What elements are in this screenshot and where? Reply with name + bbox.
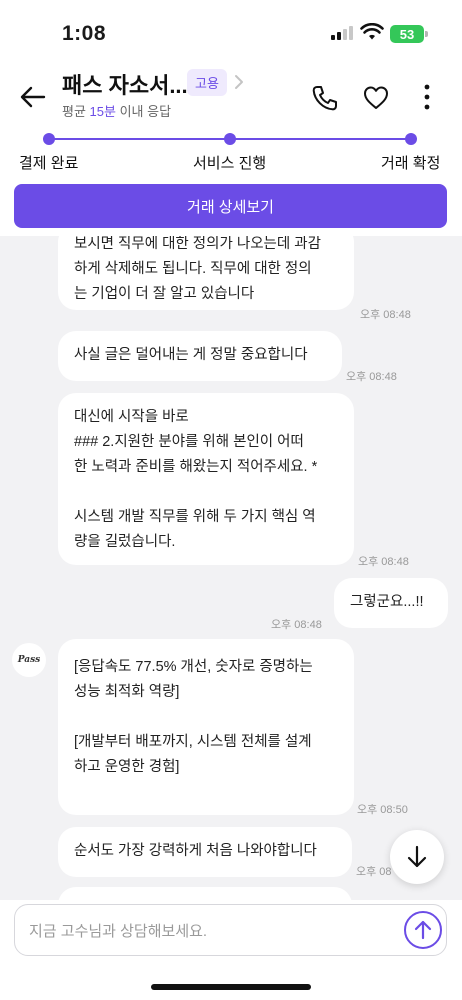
response-time: 평균 15분 이내 응답 bbox=[62, 101, 171, 120]
message-bubble-partial[interactable] bbox=[58, 887, 352, 900]
arrow-up-icon bbox=[414, 920, 432, 940]
battery-level: 53 bbox=[399, 26, 415, 42]
message-time: 오후 08:50 bbox=[357, 804, 408, 816]
home-indicator bbox=[151, 984, 311, 990]
more-vertical-icon[interactable] bbox=[416, 82, 438, 112]
chat-header: 패스 자소서... 고용 평균 15분 이내 응답 bbox=[0, 60, 462, 130]
arrow-down-icon bbox=[407, 845, 427, 868]
battery-icon: 53 bbox=[390, 25, 424, 43]
send-button[interactable] bbox=[404, 911, 442, 949]
step-payment-complete: 결제 완료 bbox=[19, 155, 79, 172]
message-bubble[interactable]: 사실 글은 덜어내는 게 정말 중요합니다 bbox=[58, 331, 342, 381]
message-bubble[interactable]: 보시면 직무에 대한 정의가 나오는데 과감 하게 삭제해도 됩니다. 직무에 … bbox=[58, 236, 354, 310]
step-deal-confirmed: 거래 확정 bbox=[381, 155, 441, 172]
back-arrow-icon[interactable] bbox=[18, 82, 48, 112]
hire-badge: 고용 bbox=[187, 69, 227, 96]
expert-avatar[interactable]: Pass bbox=[12, 643, 46, 677]
status-time: 1:08 bbox=[62, 22, 107, 45]
chat-messages[interactable]: 보시면 직무에 대한 정의가 나오는데 과감 하게 삭제해도 됩니다. 직무에 … bbox=[0, 236, 462, 900]
progress-dot-service bbox=[224, 133, 236, 145]
cellular-signal-icon bbox=[331, 26, 353, 40]
response-time-suffix: 이내 응답 bbox=[115, 104, 172, 119]
chevron-right-icon[interactable] bbox=[232, 72, 246, 92]
message-time: 오후 08:48 bbox=[271, 619, 322, 631]
my-message-bubble[interactable]: 그렇군요...!! bbox=[334, 578, 448, 628]
heart-icon[interactable] bbox=[362, 84, 390, 112]
battery-tip bbox=[425, 31, 428, 37]
transaction-progress: 결제 완료 서비스 진행 거래 확정 bbox=[0, 130, 462, 180]
response-time-value: 15분 bbox=[89, 104, 116, 119]
message-bubble[interactable]: [응답속도 77.5% 개선, 숫자로 증명하는 성능 최적화 역량] [개발부… bbox=[58, 639, 354, 815]
progress-dot-payment bbox=[43, 133, 55, 145]
message-input-bar bbox=[0, 900, 462, 1000]
message-time: 오후 08:48 bbox=[358, 556, 409, 568]
phone-icon[interactable] bbox=[311, 84, 339, 112]
wifi-icon bbox=[360, 23, 384, 40]
chat-title[interactable]: 패스 자소서... bbox=[62, 68, 188, 100]
status-bar: 1:08 53 bbox=[0, 0, 462, 60]
message-input-container bbox=[14, 904, 447, 956]
message-time: 오후 08:48 bbox=[360, 309, 411, 321]
view-deal-details-button[interactable]: 거래 상세보기 bbox=[14, 184, 447, 228]
scroll-to-bottom-button[interactable] bbox=[390, 830, 444, 884]
step-service-in-progress: 서비스 진행 bbox=[193, 155, 267, 172]
progress-dot-confirm bbox=[405, 133, 417, 145]
message-time: 오후 08 bbox=[356, 866, 392, 878]
message-bubble[interactable]: 대신에 시작을 바로 ### 2.지원한 분야를 위해 본인이 어떠 한 노력과… bbox=[58, 393, 354, 565]
message-input[interactable] bbox=[29, 919, 399, 943]
message-time: 오후 08:48 bbox=[346, 371, 397, 383]
response-time-prefix: 평균 bbox=[62, 104, 90, 119]
message-bubble[interactable]: 순서도 가장 강력하게 처음 나와야합니다 bbox=[58, 827, 352, 877]
